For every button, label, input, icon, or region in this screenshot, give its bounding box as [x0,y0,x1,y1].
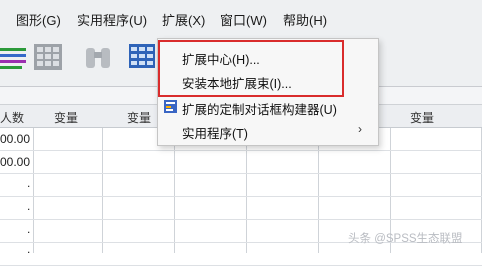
binoculars-icon[interactable] [84,44,114,74]
column-header[interactable]: 变量 [410,109,434,126]
menu-bar: 图形(G) 实用程序(U) 扩展(X) 窗口(W) 帮助(H) [0,0,482,38]
cell-value[interactable]: 00.00 [0,132,30,146]
column-header[interactable]: 变量 [54,109,78,126]
cell-value[interactable]: . [27,222,30,236]
highlight-box [158,40,344,97]
table-row: 00.00 [0,151,482,174]
column-header[interactable]: 变量 [127,109,151,126]
menu-graphs[interactable]: 图形(G) [16,10,61,29]
cell-value[interactable]: . [27,176,30,190]
table-row: . [0,197,482,220]
table-icon[interactable] [34,44,64,72]
table-row: . [0,174,482,197]
menu-help[interactable]: 帮助(H) [283,10,327,29]
menu-utilities[interactable]: 实用程序(U) [77,10,147,29]
cell-value[interactable]: . [27,199,30,213]
menu-item-utilities[interactable]: 实用程序(T) [182,123,248,142]
watermark: 头条 @SPSS生态联盟 [348,233,463,245]
column-header[interactable]: 人数 [0,109,24,126]
menu-item-custom-dialog-builder[interactable]: 扩展的定制对话框构建器(U) [182,99,337,118]
menu-extensions[interactable]: 扩展(X) [162,10,205,29]
cell-value[interactable]: . [27,242,30,256]
chevron-right-icon: › [358,122,362,136]
cell-value[interactable]: 00.00 [0,155,30,169]
menu-window[interactable]: 窗口(W) [220,10,267,29]
table-row: . [0,242,482,266]
data-view-icon[interactable] [129,44,155,70]
dialog-builder-icon [164,100,177,113]
chart-builder-icon[interactable] [0,44,26,72]
